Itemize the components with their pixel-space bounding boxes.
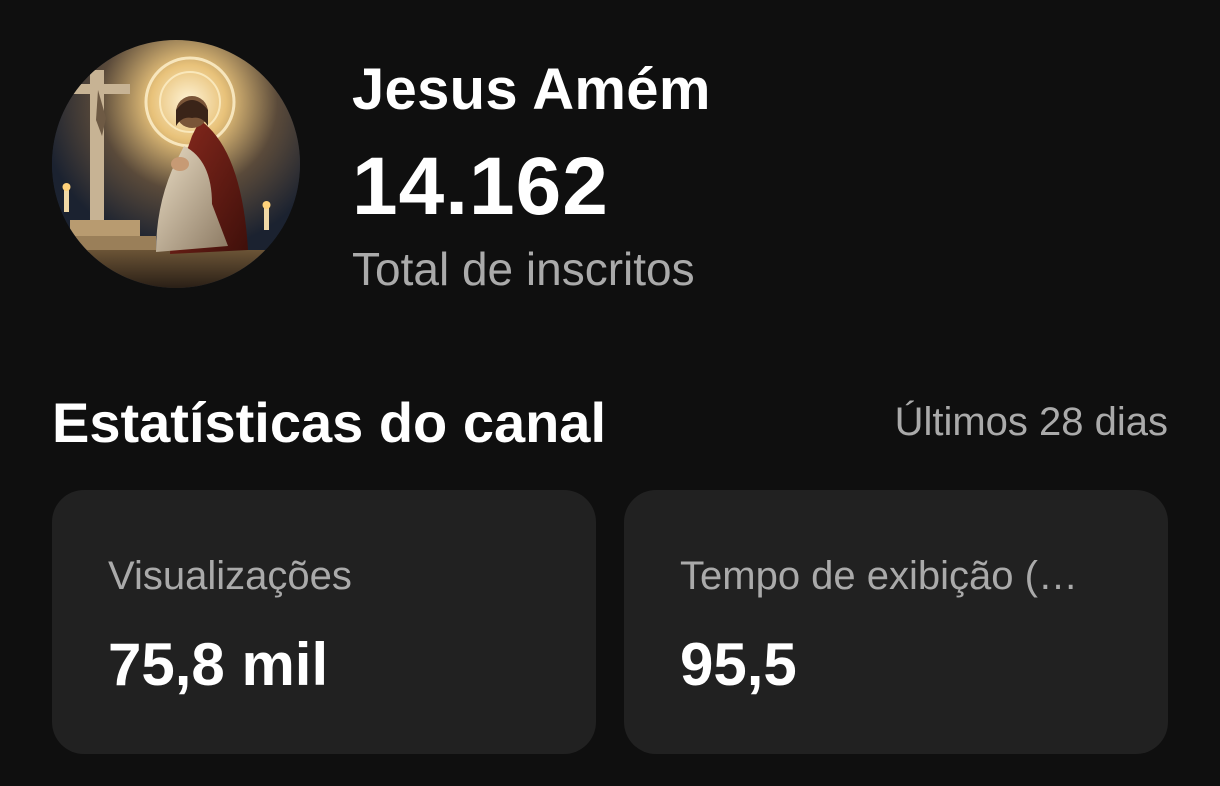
watch-time-stat-value: 95,5 <box>680 631 797 698</box>
stats-period-label: Últimos 28 dias <box>894 400 1168 444</box>
channel-name[interactable]: Jesus Amém <box>352 56 711 123</box>
channel-header: Jesus Amém 14.162 Total de inscritos <box>52 40 1168 300</box>
praying-jesus-avatar-image <box>52 40 300 288</box>
subscriber-label: Total de inscritos <box>352 243 695 295</box>
views-stat-label: Visualizações <box>108 554 352 598</box>
channel-avatar[interactable] <box>52 40 300 288</box>
subscriber-count: 14.162 <box>352 141 609 232</box>
stats-section-title: Estatísticas do canal <box>52 391 607 454</box>
views-stat-card[interactable]: Visualizações 75,8 mil <box>52 490 596 754</box>
views-stat-value: 75,8 mil <box>108 631 329 698</box>
watch-time-stat-label: Tempo de exibição (… <box>680 554 1078 598</box>
watch-time-stat-card[interactable]: Tempo de exibição (… 95,5 <box>624 490 1168 754</box>
